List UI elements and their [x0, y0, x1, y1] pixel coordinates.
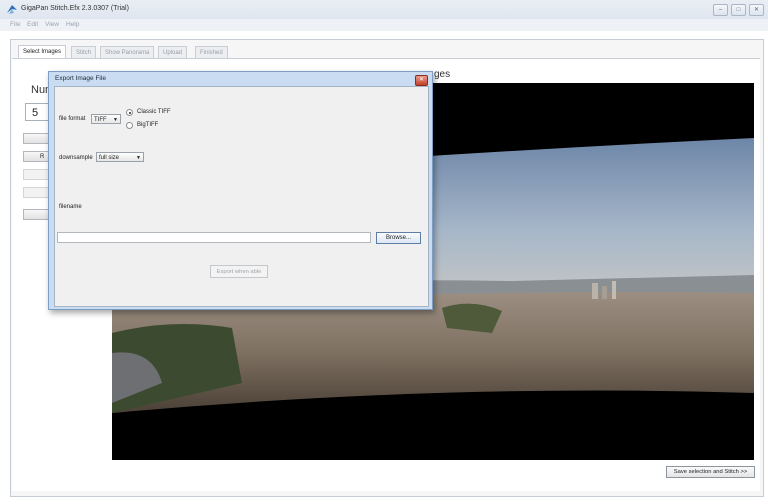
chevron-down-icon: ▼: [113, 117, 118, 123]
chevron-down-icon: ▼: [136, 155, 141, 161]
export-when-able-button[interactable]: Export when able: [210, 265, 268, 278]
window-title: GigaPan Stitch.Efx 2.3.0307 (Trial): [21, 5, 129, 12]
file-format-select[interactable]: TIFF ▼: [91, 114, 121, 124]
downsample-select[interactable]: full size ▼: [96, 152, 144, 162]
downsample-label: downsample: [59, 155, 93, 161]
gigapan-logo-icon: [7, 5, 17, 14]
downsample-value: full size: [99, 155, 120, 161]
menu-file[interactable]: File: [10, 21, 20, 28]
bigtiff-label: BigTIFF: [137, 122, 159, 128]
dialog-title: Export Image File: [55, 75, 106, 82]
side-button-5[interactable]: [23, 209, 51, 220]
bigtiff-radio[interactable]: [126, 122, 133, 129]
menu-bar: File Edit View Help: [0, 19, 768, 31]
filename-field[interactable]: [57, 232, 371, 243]
file-format-label: file format: [59, 116, 86, 122]
browse-button[interactable]: Browse...: [376, 232, 421, 244]
tab-show-panorama[interactable]: Show Panorama: [100, 46, 155, 58]
menu-view[interactable]: View: [45, 21, 59, 28]
minimize-button[interactable]: –: [713, 4, 728, 16]
tab-select-images[interactable]: Select Images: [18, 45, 67, 59]
maximize-button[interactable]: □: [731, 4, 746, 16]
tab-stitch[interactable]: Stitch: [71, 46, 97, 58]
file-format-value: TIFF: [94, 117, 107, 123]
side-button-2[interactable]: R: [23, 151, 51, 162]
side-button-4[interactable]: [23, 187, 51, 198]
side-button-3[interactable]: [23, 169, 51, 180]
tab-finished[interactable]: Finished: [195, 46, 228, 58]
close-icon[interactable]: ✕: [415, 75, 428, 86]
menu-edit[interactable]: Edit: [27, 21, 38, 28]
close-window-button[interactable]: ✕: [749, 4, 764, 16]
classic-tiff-radio[interactable]: [126, 109, 133, 116]
title-bar: GigaPan Stitch.Efx 2.3.0307 (Trial) – □ …: [0, 0, 768, 19]
filename-label: filename: [59, 204, 82, 210]
panorama-title: ges: [434, 69, 451, 80]
save-selection-and-stitch-button[interactable]: Save selection and Stitch >>: [666, 466, 755, 478]
classic-tiff-label: Classic TIFF: [137, 109, 171, 115]
menu-help[interactable]: Help: [66, 21, 79, 28]
side-button-1[interactable]: [23, 133, 51, 144]
tab-upload[interactable]: Upload: [158, 46, 188, 58]
